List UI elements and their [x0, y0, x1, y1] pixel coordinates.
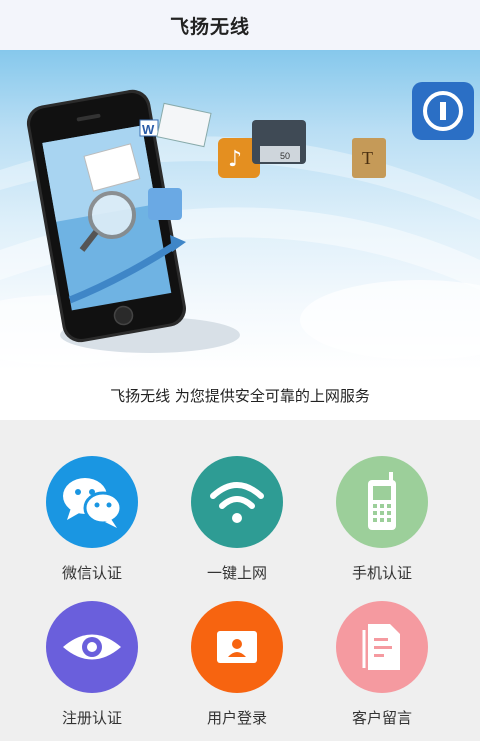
customer-message-label: 客户留言: [351, 709, 412, 727]
wechat-icon: [46, 456, 138, 548]
header-bar: 飞扬无线: [0, 0, 480, 50]
page-title: 飞扬无线: [169, 15, 250, 38]
customer-message-button[interactable]: 客户留言: [312, 601, 452, 741]
user-card-icon: [191, 601, 283, 693]
menu-grid: 微信认证 一键上网 手机认证 注册认证 用户登录 客户留言: [0, 420, 480, 739]
mobile-auth-button[interactable]: 手机认证: [312, 456, 452, 596]
mobile-phone-icon: [336, 456, 428, 548]
tagline-text: 飞扬无线 为您提供安全可靠的上网服务: [110, 386, 370, 405]
user-login-button[interactable]: 用户登录: [167, 601, 307, 741]
svg-text:♪: ♪: [228, 147, 242, 172]
one-click-connect-button[interactable]: 一键上网: [167, 456, 307, 596]
eye-icon: [46, 601, 138, 693]
banner-image: W ♪ 50 T: [0, 50, 480, 370]
mobile-auth-label: 手机认证: [351, 564, 412, 582]
one-click-connect-label: 一键上网: [206, 564, 267, 582]
register-auth-label: 注册认证: [61, 709, 122, 727]
register-auth-button[interactable]: 注册认证: [22, 601, 162, 741]
wifi-icon: [191, 456, 283, 548]
wechat-auth-button[interactable]: 微信认证: [22, 456, 162, 596]
wechat-auth-label: 微信认证: [61, 564, 122, 582]
svg-text:T: T: [362, 148, 373, 168]
banner-tagline: 飞扬无线 为您提供安全可靠的上网服务: [0, 370, 480, 420]
document-icon: [336, 601, 428, 693]
user-login-label: 用户登录: [206, 709, 267, 727]
banner-illustration: W ♪ 50 T: [0, 82, 480, 365]
svg-text:50: 50: [280, 151, 290, 161]
svg-text:W: W: [142, 122, 155, 137]
